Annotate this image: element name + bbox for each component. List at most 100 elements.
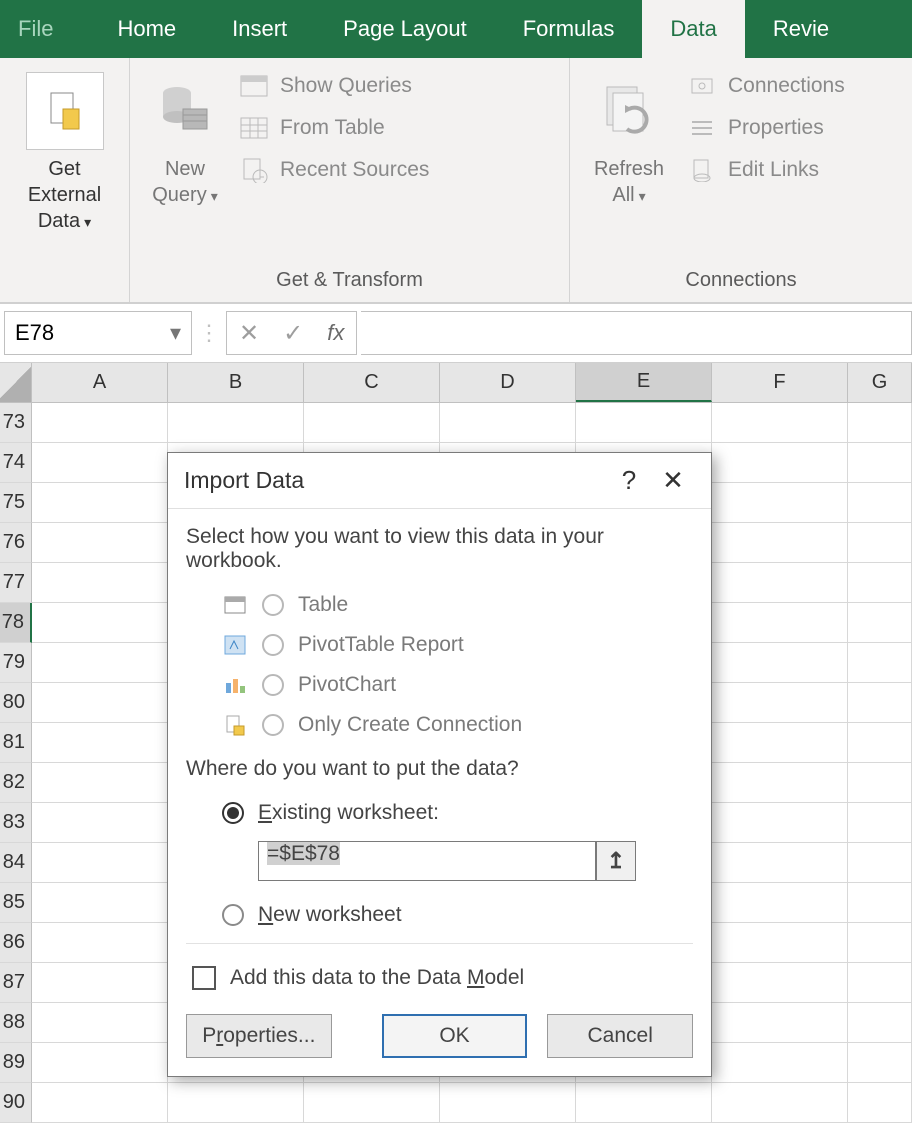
cell[interactable] (712, 443, 848, 483)
cell[interactable] (848, 1003, 912, 1043)
cell[interactable] (168, 1083, 304, 1123)
close-icon[interactable]: ✕ (651, 465, 695, 496)
properties-button[interactable]: Properties (686, 114, 845, 142)
cell[interactable] (848, 803, 912, 843)
col-header[interactable]: C (304, 363, 440, 402)
cell[interactable] (848, 643, 912, 683)
range-picker-button[interactable]: ↥ (596, 841, 636, 881)
properties-button[interactable]: Properties... (186, 1014, 332, 1058)
cell[interactable] (712, 1003, 848, 1043)
from-table-button[interactable]: From Table (238, 114, 429, 142)
col-header[interactable]: A (32, 363, 168, 402)
cell[interactable] (32, 683, 168, 723)
cell[interactable] (304, 1083, 440, 1123)
cell[interactable] (848, 843, 912, 883)
cell[interactable] (32, 963, 168, 1003)
cell[interactable] (712, 563, 848, 603)
ok-button[interactable]: OK (382, 1014, 528, 1058)
accept-formula-icon[interactable]: ✓ (283, 319, 303, 348)
tab-data[interactable]: Data (642, 0, 744, 58)
cell[interactable] (712, 603, 848, 643)
tab-insert[interactable]: Insert (204, 0, 315, 58)
cancel-formula-icon[interactable]: ✕ (239, 319, 259, 348)
recent-sources-button[interactable]: Recent Sources (238, 156, 429, 184)
cell[interactable] (848, 483, 912, 523)
help-icon[interactable]: ? (607, 465, 651, 496)
cell[interactable] (712, 963, 848, 1003)
cell[interactable] (712, 723, 848, 763)
cell[interactable] (32, 1083, 168, 1123)
new-query-button[interactable]: NewQuery▾ (142, 66, 228, 214)
cell[interactable] (32, 603, 168, 643)
row-header[interactable]: 89 (0, 1043, 32, 1083)
cell[interactable] (848, 1043, 912, 1083)
radio-existing-worksheet[interactable] (222, 802, 244, 824)
cell[interactable] (848, 523, 912, 563)
row-header[interactable]: 81 (0, 723, 32, 763)
row-header[interactable]: 78 (0, 603, 32, 643)
option-new-worksheet[interactable]: New worksheet (186, 895, 693, 935)
col-header[interactable]: E (576, 363, 712, 402)
cell[interactable] (32, 763, 168, 803)
cell-reference-input[interactable]: =$E$78 (258, 841, 596, 881)
row-header[interactable]: 83 (0, 803, 32, 843)
show-queries-button[interactable]: Show Queries (238, 72, 429, 100)
cell[interactable] (32, 1043, 168, 1083)
cell[interactable] (32, 843, 168, 883)
cell[interactable] (712, 883, 848, 923)
col-header[interactable]: D (440, 363, 576, 402)
cell[interactable] (848, 683, 912, 723)
cell[interactable] (712, 803, 848, 843)
connections-button[interactable]: Connections (686, 72, 845, 100)
cell[interactable] (848, 923, 912, 963)
refresh-all-button[interactable]: RefreshAll▾ (582, 66, 676, 214)
cell[interactable] (168, 403, 304, 443)
row-header[interactable]: 79 (0, 643, 32, 683)
cell[interactable] (712, 483, 848, 523)
cell[interactable] (440, 1083, 576, 1123)
name-box[interactable]: E78 ▾ (4, 311, 192, 355)
row-header[interactable]: 74 (0, 443, 32, 483)
cell[interactable] (848, 403, 912, 443)
row-header[interactable]: 73 (0, 403, 32, 443)
row-header[interactable]: 82 (0, 763, 32, 803)
tab-formulas[interactable]: Formulas (495, 0, 643, 58)
cell[interactable] (576, 1083, 712, 1123)
cell[interactable] (712, 643, 848, 683)
cell[interactable] (32, 923, 168, 963)
cell[interactable] (712, 1043, 848, 1083)
cell[interactable] (32, 883, 168, 923)
col-header[interactable]: F (712, 363, 848, 402)
row-header[interactable]: 75 (0, 483, 32, 523)
cell[interactable] (848, 763, 912, 803)
cell[interactable] (712, 843, 848, 883)
row-header[interactable]: 88 (0, 1003, 32, 1043)
formula-input[interactable] (361, 311, 912, 355)
col-header[interactable]: G (848, 363, 912, 402)
row-header[interactable]: 76 (0, 523, 32, 563)
cell[interactable] (848, 563, 912, 603)
row-header[interactable]: 87 (0, 963, 32, 1003)
cell[interactable] (32, 723, 168, 763)
cell[interactable] (712, 523, 848, 563)
cell[interactable] (32, 483, 168, 523)
cell[interactable] (848, 963, 912, 1003)
cell[interactable] (848, 443, 912, 483)
col-header[interactable]: B (168, 363, 304, 402)
tab-file[interactable]: File (0, 0, 89, 58)
radio-new-worksheet[interactable] (222, 904, 244, 926)
row-header[interactable]: 80 (0, 683, 32, 723)
row-header[interactable]: 84 (0, 843, 32, 883)
fx-label[interactable]: fx (327, 320, 344, 346)
cell[interactable] (848, 1083, 912, 1123)
cell[interactable] (32, 563, 168, 603)
cell[interactable] (712, 923, 848, 963)
edit-links-button[interactable]: Edit Links (686, 156, 845, 184)
tab-page-layout[interactable]: Page Layout (315, 0, 495, 58)
dialog-titlebar[interactable]: Import Data ? ✕ (168, 453, 711, 509)
cell[interactable] (848, 723, 912, 763)
row-header[interactable]: 77 (0, 563, 32, 603)
cell[interactable] (712, 763, 848, 803)
cell[interactable] (712, 403, 848, 443)
cell[interactable] (712, 683, 848, 723)
